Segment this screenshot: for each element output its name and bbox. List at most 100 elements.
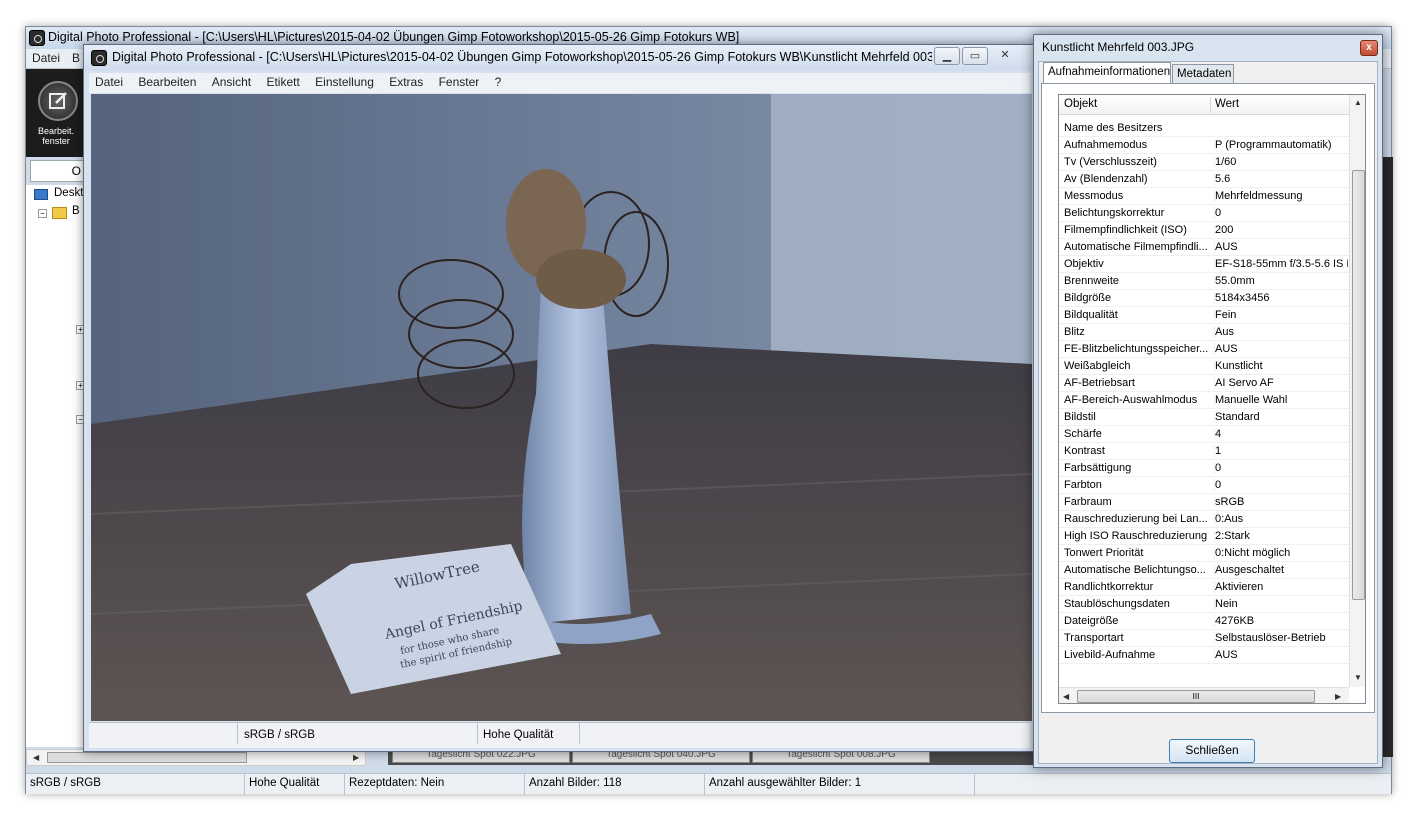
row-value: Aus [1214,326,1348,338]
row-key: Blitz [1064,326,1085,338]
scroll-up-icon[interactable]: ▲ [1354,98,1362,107]
row-key: Filmempfindlichkeit (ISO) [1064,224,1187,236]
scroll-left-icon[interactable]: ◀ [1063,692,1069,701]
menu-einstellung[interactable]: Einstellung [309,73,380,91]
scroll-right-icon[interactable]: ▶ [1335,692,1341,701]
table-header: Objekt Wert [1059,95,1349,115]
row-value: 1/60 [1214,156,1348,168]
main-window-title: Digital Photo Professional - [C:\Users\H… [48,30,740,44]
scrollbar-thumb[interactable] [47,752,247,763]
table-row[interactable]: Schärfe 4 [1059,426,1349,443]
row-key: Tonwert Priorität [1064,547,1144,559]
row-value: Fein [1214,309,1348,321]
table-row[interactable]: Tonwert Priorität 0:Nicht möglich [1059,545,1349,562]
edit-window-button[interactable] [38,81,78,121]
table-row[interactable]: Filmempfindlichkeit (ISO) 200 [1059,222,1349,239]
menu-datei[interactable]: Datei [26,49,66,67]
row-value: Ausgeschaltet [1214,564,1348,576]
table-row[interactable]: FE-Blitzbelichtungsspeicher... AUS [1059,341,1349,358]
table-row[interactable]: Dateigröße 4276KB [1059,613,1349,630]
column-header-wert[interactable]: Wert [1215,98,1239,110]
row-value: 0 [1214,462,1348,474]
tab-metadaten[interactable]: Metadaten [1172,64,1234,84]
row-value: 4276KB [1214,615,1348,627]
menu-datei[interactable]: Datei [89,73,129,91]
table-row[interactable]: Belichtungskorrektur 0 [1059,205,1349,222]
table-row[interactable]: Staublöschungsdaten Nein [1059,596,1349,613]
row-key: Bildgröße [1064,292,1112,304]
table-row[interactable]: Farbraum sRGB [1059,494,1349,511]
menu-bearbeiten[interactable]: Bearbeiten [132,73,202,91]
table-row[interactable]: AF-Bereich-Auswahlmodus Manuelle Wahl [1059,392,1349,409]
row-value: AI Servo AF [1214,377,1348,389]
table-row[interactable]: Bildgröße 5184x3456 [1059,290,1349,307]
table-row[interactable]: Farbton 0 [1059,477,1349,494]
tree-item-folder[interactable]: B [72,205,80,217]
table-row[interactable]: Aufnahmemodus P (Programmautomatik) [1059,137,1349,154]
menu-help[interactable]: ? [489,73,508,91]
photo-canvas[interactable]: WillowTree Angel of Friendship for those… [91,94,1032,721]
viewer-titlebar[interactable]: Digital Photo Professional - [C:\Users\H… [84,45,1034,71]
status-quality: Hohe Qualität [249,777,320,789]
menu-fenster[interactable]: Fenster [433,73,486,91]
menu-etikett[interactable]: Etikett [260,73,305,91]
dialog-close-icon[interactable]: x [1360,40,1378,56]
viewer-title: Digital Photo Professional - [C:\Users\H… [112,50,932,64]
table-row[interactable]: Weißabgleich Kunstlicht [1059,358,1349,375]
close-icon[interactable]: ✕ [992,47,1018,65]
scrollbar-thumb[interactable]: III [1077,690,1315,703]
maximize-button[interactable]: ▭ [962,47,988,65]
horizontal-scrollbar[interactable]: ◀ III ▶ [1059,687,1349,703]
row-key: Schärfe [1064,428,1102,440]
scroll-left-icon[interactable]: ◀ [33,753,39,762]
table-row[interactable]: Bildqualität Fein [1059,307,1349,324]
table-row[interactable]: Bildstil Standard [1059,409,1349,426]
table-row[interactable]: Blitz Aus [1059,324,1349,341]
folder-tab[interactable]: O [30,160,84,182]
row-key: Brennweite [1064,275,1120,287]
menu-ansicht[interactable]: Ansicht [206,73,257,91]
table-row[interactable]: Kontrast 1 [1059,443,1349,460]
tab-aufnahmeinformationen[interactable]: Aufnahmeinformationen [1043,62,1171,84]
table-row[interactable]: Transportart Selbstauslöser-Betrieb [1059,630,1349,647]
info-table: Objekt Wert Name des Besitzers Aufnahmem… [1058,94,1366,704]
viewer-status-quality: Hohe Qualität [483,729,554,741]
row-value: AUS [1214,649,1348,661]
folder-icon [52,207,67,219]
table-row[interactable]: Automatische Filmempfindli... AUS [1059,239,1349,256]
row-value: Aktivieren [1214,581,1348,593]
table-row[interactable]: Farbsättigung 0 [1059,460,1349,477]
table-row[interactable]: High ISO Rauschreduzierung 2:Stark [1059,528,1349,545]
scroll-down-icon[interactable]: ▼ [1354,673,1362,682]
table-row[interactable]: Rauschreduzierung bei Lan... 0:Aus [1059,511,1349,528]
table-row[interactable]: Messmodus Mehrfeldmessung [1059,188,1349,205]
row-key: Aufnahmemodus [1064,139,1148,151]
table-row[interactable]: Objektiv EF-S18-55mm f/3.5-5.6 IS I [1059,256,1349,273]
menu-extras[interactable]: Extras [383,73,429,91]
row-key: Bildqualität [1064,309,1118,321]
minimize-button[interactable]: ▁ [934,47,960,65]
table-row[interactable]: AF-Betriebsart AI Servo AF [1059,375,1349,392]
row-value: 200 [1214,224,1348,236]
table-body: Name des Besitzers Aufnahmemodus P (Progr… [1059,120,1349,664]
table-row[interactable]: Av (Blendenzahl) 5.6 [1059,171,1349,188]
row-value: Nein [1214,598,1348,610]
scroll-right-icon[interactable]: ▶ [353,753,359,762]
table-row[interactable]: Name des Besitzers [1059,120,1349,137]
table-row[interactable]: Randlichtkorrektur Aktivieren [1059,579,1349,596]
column-header-objekt[interactable]: Objekt [1064,98,1097,110]
tree-collapse-icon[interactable]: − [38,209,47,218]
table-row[interactable]: Brennweite 55.0mm [1059,273,1349,290]
row-value: Mehrfeldmessung [1214,190,1348,202]
scrollbar-thumb[interactable] [1352,170,1365,600]
table-row[interactable]: Automatische Belichtungso... Ausgeschalte… [1059,562,1349,579]
row-key: Transportart [1064,632,1124,644]
row-key: Randlichtkorrektur [1064,581,1154,593]
close-button[interactable]: Schließen [1169,739,1255,763]
edit-icon [49,92,67,109]
table-row[interactable]: Livebild-Aufnahme AUS [1059,647,1349,664]
vertical-scrollbar[interactable]: ▲ ▼ [1349,95,1365,687]
main-statusbar: sRGB / sRGB Hohe Qualität Rezeptdaten: N… [26,773,1391,795]
table-row[interactable]: Tv (Verschlusszeit) 1/60 [1059,154,1349,171]
tree-item-desktop[interactable]: Deskt [54,187,83,199]
